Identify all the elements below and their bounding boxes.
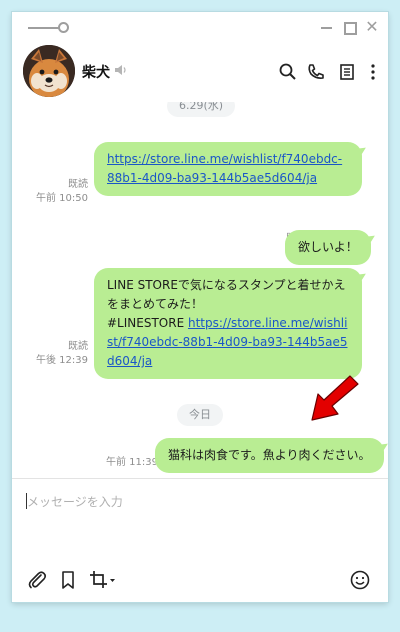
search-icon[interactable] bbox=[278, 62, 298, 82]
message-text: 猫科は肉食です。魚より肉ください。 bbox=[168, 448, 371, 462]
opacity-slider-track[interactable] bbox=[28, 27, 62, 29]
message-link[interactable]: https://store.line.me/wishlist/f740ebdc-… bbox=[107, 152, 342, 185]
attach-icon[interactable] bbox=[26, 569, 48, 591]
hashtag-text: #LINESTORE bbox=[107, 316, 188, 330]
read-receipt: 既読 bbox=[68, 179, 88, 190]
message-time: 午前 11:39 bbox=[106, 457, 158, 468]
message-bubble[interactable]: https://store.line.me/wishlist/f740ebdc-… bbox=[94, 142, 362, 196]
emoji-icon[interactable] bbox=[349, 569, 371, 591]
title-bar: ✕ bbox=[12, 12, 388, 42]
note-icon[interactable] bbox=[337, 62, 357, 82]
date-separator-today: 今日 bbox=[177, 404, 223, 426]
message-meta: 既読 午前 10:50 bbox=[36, 178, 88, 206]
avatar[interactable] bbox=[23, 45, 75, 97]
mute-speaker-icon[interactable] bbox=[114, 64, 128, 76]
message-meta: 午前 11:39 bbox=[106, 456, 158, 470]
date-separator: 6.29(水) bbox=[167, 102, 236, 117]
phone-icon[interactable] bbox=[306, 62, 326, 82]
bookmark-icon[interactable] bbox=[57, 569, 79, 591]
chat-messages[interactable]: 6.29(水) 既読 午前 10:50 https://store.line.m… bbox=[12, 102, 388, 478]
maximize-icon[interactable] bbox=[342, 20, 357, 35]
red-arrow-annotation bbox=[311, 375, 359, 421]
message-bubble[interactable]: 猫科は肉食です。魚より肉ください。 bbox=[155, 438, 384, 473]
message-input[interactable]: メッセージを入力 bbox=[12, 479, 388, 559]
contact-name: 柴犬 bbox=[82, 65, 110, 81]
message-text: 欲しいよ！ bbox=[298, 240, 358, 254]
message-text: LINE STOREで気になるスタンプと着せかえをまとめてみた！ bbox=[107, 278, 346, 311]
message-bubble[interactable]: LINE STOREで気になるスタンプと着せかえをまとめてみた！ #LINEST… bbox=[94, 268, 362, 379]
message-time: 午後 12:39 bbox=[36, 355, 88, 366]
more-icon[interactable] bbox=[363, 62, 383, 82]
read-receipt: 既読 bbox=[68, 341, 88, 352]
message-bubble[interactable]: 欲しいよ！ bbox=[285, 230, 371, 265]
crop-icon[interactable] bbox=[88, 569, 116, 591]
chat-header: 柴犬 bbox=[12, 42, 388, 102]
message-input-placeholder: メッセージを入力 bbox=[27, 495, 123, 509]
minimize-icon[interactable] bbox=[320, 20, 334, 34]
message-time: 午前 10:50 bbox=[36, 193, 88, 204]
shiba-dog-avatar-image bbox=[23, 45, 75, 97]
input-toolbar bbox=[12, 562, 388, 598]
close-icon[interactable]: ✕ bbox=[365, 19, 379, 35]
message-meta: 既読 午後 12:39 bbox=[36, 340, 88, 368]
opacity-slider-handle[interactable] bbox=[58, 22, 69, 33]
chat-window: ✕ 柴犬 6.29(水) 既読 午前 10:50 https://store.l… bbox=[12, 12, 388, 602]
